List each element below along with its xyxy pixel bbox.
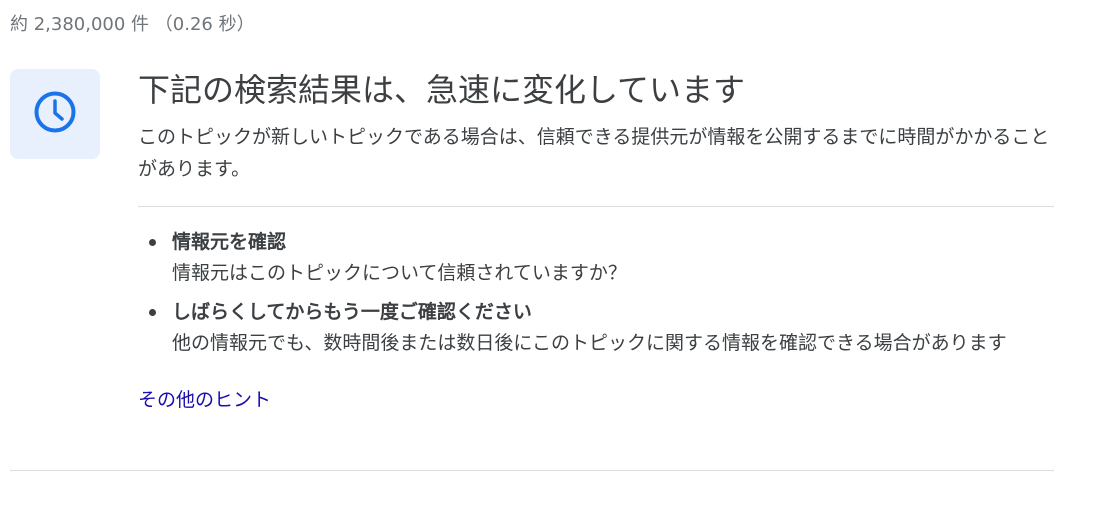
bullet-icon <box>149 309 156 316</box>
tip-item-check-later: しばらくしてからもう一度ご確認ください 他の情報元でも、数時間後または数日後にこ… <box>138 297 1054 359</box>
clock-icon-container <box>10 69 100 159</box>
more-tips-link[interactable]: その他のヒント <box>138 385 271 415</box>
bullet-icon <box>149 239 156 246</box>
section-divider <box>10 470 1054 471</box>
result-stats: 約 2,380,000 件 （0.26 秒） <box>10 14 255 35</box>
tip-title: しばらくしてからもう一度ご確認ください <box>172 301 532 323</box>
tip-description: 他の情報元でも、数時間後または数日後にこのトピックに関する情報を確認できる場合が… <box>172 332 1007 354</box>
tip-item-check-source: 情報元を確認 情報元はこのトピックについて信頼されていますか？ <box>138 227 1054 289</box>
notice-content: 下記の検索結果は、急速に変化しています このトピックが新しいトピックである場合は… <box>138 69 1054 415</box>
clock-icon <box>32 89 78 139</box>
notice-description: このトピックが新しいトピックである場合は、信頼できる提供元が情報を公開するまでに… <box>138 126 1050 180</box>
notice-divider <box>138 206 1054 207</box>
notice-title: 下記の検索結果は、急速に変化しています <box>138 71 746 109</box>
tip-description: 情報元はこのトピックについて信頼されていますか？ <box>172 262 627 284</box>
tips-list: 情報元を確認 情報元はこのトピックについて信頼されていますか？ しばらくしてから… <box>138 227 1054 359</box>
tip-title: 情報元を確認 <box>172 231 287 253</box>
